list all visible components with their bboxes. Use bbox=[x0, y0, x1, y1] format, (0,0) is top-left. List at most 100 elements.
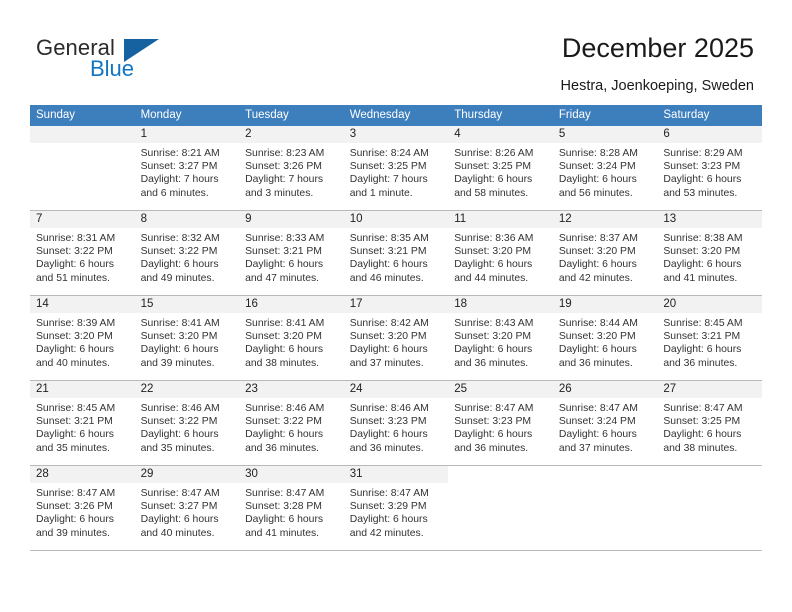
sunset-text: Sunset: 3:20 PM bbox=[454, 331, 532, 343]
day-number: 10 bbox=[343, 211, 449, 228]
calendar-day-cell[interactable]: 31 Sunrise: 8:47 AM Sunset: 3:29 PM Dayligh… bbox=[343, 465, 449, 551]
calendar-day-cell[interactable]: 18 Sunrise: 8:43 AM Sunset: 3:20 PM Dayligh… bbox=[448, 295, 553, 381]
calendar-day-cell[interactable] bbox=[448, 465, 553, 551]
sunrise-text: Sunrise: 8:46 AM bbox=[140, 403, 220, 414]
day-number: 23 bbox=[239, 381, 344, 398]
calendar-day-cell[interactable]: 29 Sunrise: 8:47 AM Sunset: 3:27 PM Dayligh… bbox=[134, 465, 240, 551]
day-number: 1 bbox=[134, 126, 240, 143]
calendar-week-row: 28 Sunrise: 8:47 AM Sunset: 3:26 PM Dayligh… bbox=[30, 465, 762, 551]
daylight-text-line1: Daylight: 6 hours bbox=[245, 429, 324, 441]
sunrise-text: Sunrise: 8:26 AM bbox=[454, 148, 534, 159]
day-number: 13 bbox=[657, 211, 762, 228]
sunset-text: Sunset: 3:23 PM bbox=[454, 416, 532, 428]
calendar-day-cell[interactable]: 5 Sunrise: 8:28 AM Sunset: 3:24 PM Daylight… bbox=[552, 126, 658, 211]
sunset-text: Sunset: 3:20 PM bbox=[245, 331, 322, 343]
daylight-text-line1: Daylight: 6 hours bbox=[349, 429, 428, 441]
calendar-day-cell[interactable]: 9 Sunrise: 8:33 AM Sunset: 3:21 PM Daylight… bbox=[239, 210, 344, 296]
calendar-day-cell[interactable]: 2 Sunrise: 8:23 AM Sunset: 3:26 PM Daylight… bbox=[239, 126, 344, 211]
sunset-text: Sunset: 3:20 PM bbox=[349, 331, 427, 343]
calendar-week-row: 21 Sunrise: 8:45 AM Sunset: 3:21 PM Dayligh… bbox=[30, 380, 762, 466]
daylight-text-line2: and 44 minutes. bbox=[454, 272, 529, 284]
daylight-text-line2: and 56 minutes. bbox=[558, 187, 633, 199]
calendar-day-cell[interactable]: 28 Sunrise: 8:47 AM Sunset: 3:26 PM Dayligh… bbox=[30, 465, 135, 551]
day-number bbox=[448, 466, 553, 483]
daylight-text-line1: Daylight: 7 hours bbox=[349, 174, 428, 186]
day-number: 20 bbox=[657, 296, 762, 313]
sunset-text: Sunset: 3:21 PM bbox=[663, 331, 741, 343]
calendar-day-cell[interactable]: 23 Sunrise: 8:46 AM Sunset: 3:22 PM Dayligh… bbox=[239, 380, 344, 466]
calendar-day-cell[interactable]: 7 Sunrise: 8:31 AM Sunset: 3:22 PM Daylight… bbox=[30, 210, 135, 296]
daylight-text-line2: and 38 minutes. bbox=[245, 357, 320, 369]
sunrise-text: Sunrise: 8:46 AM bbox=[349, 403, 429, 414]
daylight-text-line1: Daylight: 6 hours bbox=[36, 344, 114, 356]
page-title: December 2025 bbox=[561, 33, 754, 63]
calendar-day-cell[interactable]: 13 Sunrise: 8:38 AM Sunset: 3:20 PM Dayligh… bbox=[657, 210, 762, 296]
daylight-text-line1: Daylight: 6 hours bbox=[558, 259, 637, 271]
sunrise-text: Sunrise: 8:44 AM bbox=[558, 318, 638, 329]
daylight-text-line2: and 40 minutes. bbox=[140, 527, 215, 539]
sunset-text: Sunset: 3:21 PM bbox=[349, 246, 427, 258]
sunset-text: Sunset: 3:21 PM bbox=[36, 416, 113, 428]
calendar-header-row: Sunday Monday Tuesday Wednesday Thursday… bbox=[30, 105, 762, 126]
general-blue-logo[interactable]: General Blue bbox=[36, 36, 216, 84]
calendar-day-cell[interactable]: 11 Sunrise: 8:36 AM Sunset: 3:20 PM Dayligh… bbox=[448, 210, 553, 296]
calendar-day-cell[interactable]: 30 Sunrise: 8:47 AM Sunset: 3:28 PM Dayligh… bbox=[239, 465, 344, 551]
day-number: 3 bbox=[343, 126, 449, 143]
calendar-day-cell[interactable]: 24 Sunrise: 8:46 AM Sunset: 3:23 PM Dayligh… bbox=[343, 380, 449, 466]
calendar-day-cell[interactable]: 14 Sunrise: 8:39 AM Sunset: 3:20 PM Dayligh… bbox=[30, 295, 135, 381]
weekday-header-wednesday: Wednesday bbox=[343, 105, 449, 126]
weekday-header-tuesday: Tuesday bbox=[239, 105, 344, 126]
sunset-text: Sunset: 3:24 PM bbox=[558, 161, 636, 173]
calendar-day-cell[interactable]: 8 Sunrise: 8:32 AM Sunset: 3:22 PM Daylight… bbox=[134, 210, 240, 296]
daylight-text-line2: and 49 minutes. bbox=[140, 272, 215, 284]
page-header: General Blue December 2025 Hestra, Joenk… bbox=[0, 0, 792, 100]
daylight-text-line1: Daylight: 6 hours bbox=[36, 514, 114, 526]
daylight-text-line2: and 36 minutes. bbox=[663, 357, 738, 369]
sunset-text: Sunset: 3:23 PM bbox=[349, 416, 427, 428]
calendar-day-cell[interactable]: 6 Sunrise: 8:29 AM Sunset: 3:23 PM Daylight… bbox=[657, 126, 762, 211]
sunrise-text: Sunrise: 8:47 AM bbox=[558, 403, 638, 414]
calendar-day-cell[interactable] bbox=[552, 465, 658, 551]
daylight-text-line2: and 36 minutes. bbox=[245, 442, 320, 454]
sunset-text: Sunset: 3:23 PM bbox=[663, 161, 741, 173]
calendar-week-row: 1 Sunrise: 8:21 AM Sunset: 3:27 PM Daylight… bbox=[30, 126, 762, 211]
daylight-text-line1: Daylight: 6 hours bbox=[663, 174, 742, 186]
sunset-text: Sunset: 3:28 PM bbox=[245, 501, 322, 513]
daylight-text-line2: and 36 minutes. bbox=[454, 357, 529, 369]
calendar-day-cell[interactable]: 22 Sunrise: 8:46 AM Sunset: 3:22 PM Dayligh… bbox=[134, 380, 240, 466]
calendar-day-cell[interactable]: 12 Sunrise: 8:37 AM Sunset: 3:20 PM Dayligh… bbox=[552, 210, 658, 296]
calendar-day-cell[interactable]: 20 Sunrise: 8:45 AM Sunset: 3:21 PM Dayligh… bbox=[657, 295, 762, 381]
sunset-text: Sunset: 3:27 PM bbox=[140, 501, 218, 513]
calendar-day-cell[interactable]: 10 Sunrise: 8:35 AM Sunset: 3:21 PM Dayligh… bbox=[343, 210, 449, 296]
calendar-day-cell[interactable]: 19 Sunrise: 8:44 AM Sunset: 3:20 PM Dayligh… bbox=[552, 295, 658, 381]
daylight-text-line2: and 41 minutes. bbox=[663, 272, 738, 284]
calendar-day-cell[interactable]: 26 Sunrise: 8:47 AM Sunset: 3:24 PM Dayligh… bbox=[552, 380, 658, 466]
day-number: 11 bbox=[448, 211, 553, 228]
daylight-text-line2: and 39 minutes. bbox=[36, 527, 110, 539]
calendar-day-cell[interactable]: 1 Sunrise: 8:21 AM Sunset: 3:27 PM Daylight… bbox=[134, 126, 240, 211]
calendar-day-cell[interactable]: 25 Sunrise: 8:47 AM Sunset: 3:23 PM Dayligh… bbox=[448, 380, 553, 466]
calendar-day-cell[interactable]: 16 Sunrise: 8:41 AM Sunset: 3:20 PM Dayligh… bbox=[239, 295, 344, 381]
day-number: 19 bbox=[552, 296, 658, 313]
calendar-day-cell[interactable]: 17 Sunrise: 8:42 AM Sunset: 3:20 PM Dayligh… bbox=[343, 295, 449, 381]
sunrise-text: Sunrise: 8:29 AM bbox=[663, 148, 743, 159]
daylight-text-line1: Daylight: 6 hours bbox=[349, 514, 428, 526]
calendar-day-cell[interactable] bbox=[30, 126, 135, 211]
daylight-text-line2: and 35 minutes. bbox=[36, 442, 110, 454]
calendar-day-cell[interactable] bbox=[657, 465, 762, 551]
day-number: 27 bbox=[657, 381, 762, 398]
calendar-day-cell[interactable]: 4 Sunrise: 8:26 AM Sunset: 3:25 PM Daylight… bbox=[448, 126, 553, 211]
sunset-text: Sunset: 3:22 PM bbox=[36, 246, 113, 258]
calendar-day-cell[interactable]: 3 Sunrise: 8:24 AM Sunset: 3:25 PM Daylight… bbox=[343, 126, 449, 211]
daylight-text-line1: Daylight: 6 hours bbox=[140, 259, 219, 271]
calendar-day-cell[interactable]: 15 Sunrise: 8:41 AM Sunset: 3:20 PM Dayligh… bbox=[134, 295, 240, 381]
daylight-text-line2: and 36 minutes. bbox=[349, 442, 424, 454]
daylight-text-line2: and 6 minutes. bbox=[140, 187, 209, 199]
daylight-text-line2: and 39 minutes. bbox=[140, 357, 215, 369]
daylight-text-line1: Daylight: 6 hours bbox=[245, 259, 324, 271]
calendar-day-cell[interactable]: 21 Sunrise: 8:45 AM Sunset: 3:21 PM Dayligh… bbox=[30, 380, 135, 466]
daylight-text-line1: Daylight: 6 hours bbox=[140, 344, 219, 356]
calendar-day-cell[interactable]: 27 Sunrise: 8:47 AM Sunset: 3:25 PM Dayligh… bbox=[657, 380, 762, 466]
sunrise-text: Sunrise: 8:47 AM bbox=[349, 488, 429, 499]
daylight-text-line1: Daylight: 6 hours bbox=[349, 259, 428, 271]
